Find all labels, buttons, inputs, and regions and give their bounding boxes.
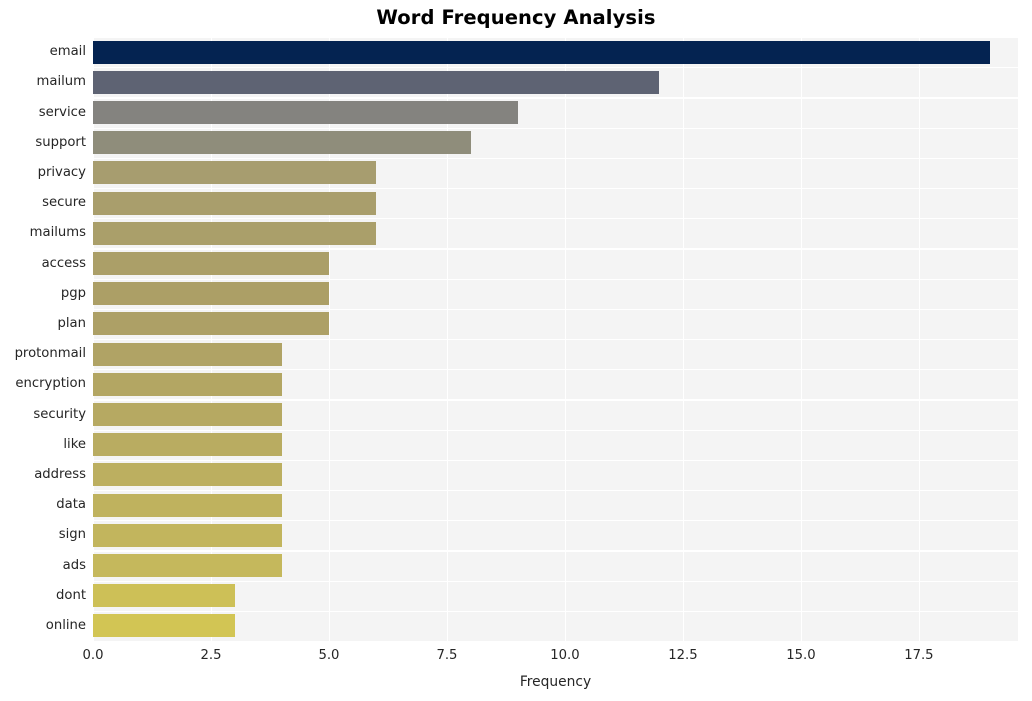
x-tick-label: 2.5 <box>200 648 222 663</box>
y-tick-label: encryption <box>15 376 86 392</box>
y-tick-label: access <box>41 255 86 271</box>
bar <box>93 282 329 306</box>
y-tick-label: online <box>45 617 86 633</box>
gridline-horizontal <box>93 610 1018 613</box>
y-tick-label: mailums <box>29 225 86 241</box>
y-tick-label: mailum <box>36 74 86 90</box>
gridline-horizontal <box>93 127 1018 129</box>
bar <box>93 312 329 336</box>
plot-area <box>93 37 1018 641</box>
bar <box>93 101 518 124</box>
x-tick-label: 0.0 <box>82 648 104 663</box>
y-tick-label: dont <box>56 587 86 603</box>
gridline-horizontal <box>93 399 1018 401</box>
chart-figure: Word Frequency Analysis email mailum servi… <box>0 0 1032 701</box>
y-tick-label: pgp <box>60 285 86 301</box>
gridline-horizontal <box>93 218 1018 220</box>
bar <box>93 523 282 547</box>
gridline-horizontal <box>93 278 1018 280</box>
x-tick-label: 5.0 <box>318 648 340 663</box>
bar <box>93 221 377 245</box>
bar <box>93 493 282 517</box>
y-tick-label: plan <box>57 315 86 331</box>
y-tick-label: address <box>34 466 86 482</box>
bar <box>93 463 282 487</box>
x-axis-tick-labels: 0.0 2.5 5.0 7.5 10.0 12.5 15.0 17.5 <box>83 648 1018 668</box>
chart-title: Word Frequency Analysis <box>376 6 656 29</box>
bar <box>93 584 235 608</box>
y-tick-label: data <box>56 497 86 513</box>
bar <box>93 252 329 275</box>
gridline-horizontal <box>93 339 1018 341</box>
gridline-horizontal <box>93 308 1018 311</box>
y-axis-tick-labels: email mailum service support privacy secure ma… <box>0 37 86 641</box>
bar <box>93 433 282 457</box>
x-tick-label: 10.0 <box>550 648 580 663</box>
y-tick-label: support <box>35 134 86 150</box>
y-tick-label: protonmail <box>14 346 86 362</box>
bar <box>93 161 377 185</box>
gridline-horizontal <box>93 490 1018 492</box>
bar <box>93 372 282 396</box>
y-tick-label: ads <box>62 557 86 573</box>
y-tick-label: service <box>38 104 86 120</box>
x-axis-label: Frequency <box>519 674 592 690</box>
y-tick-label: sign <box>58 527 86 543</box>
y-tick-label: like <box>63 436 86 452</box>
x-tick-label: 15.0 <box>786 648 816 663</box>
y-tick-label: privacy <box>37 164 86 180</box>
gridline-horizontal <box>93 188 1018 190</box>
gridline-horizontal <box>93 67 1018 69</box>
gridline-horizontal <box>93 248 1018 250</box>
gridline-horizontal <box>93 520 1018 522</box>
bar <box>93 403 282 426</box>
gridline-horizontal <box>93 429 1018 431</box>
gridline-horizontal <box>93 369 1018 371</box>
bar <box>93 554 282 577</box>
gridline-horizontal <box>93 37 1018 39</box>
bar <box>93 342 282 366</box>
y-tick-label: security <box>33 406 86 422</box>
x-tick-label: 7.5 <box>436 648 458 663</box>
bar <box>93 131 471 155</box>
bar <box>93 70 660 94</box>
gridline-horizontal <box>93 97 1018 99</box>
y-tick-label: secure <box>42 195 86 211</box>
bar <box>93 40 990 64</box>
y-tick-label: email <box>49 44 86 60</box>
x-tick-label: 17.5 <box>904 648 934 663</box>
x-tick-label: 12.5 <box>668 648 698 663</box>
gridline-horizontal <box>93 580 1018 582</box>
gridline-horizontal <box>93 157 1018 160</box>
bar <box>93 614 235 638</box>
gridline-horizontal <box>93 459 1018 462</box>
bar <box>93 191 377 215</box>
gridline-horizontal <box>93 550 1018 552</box>
